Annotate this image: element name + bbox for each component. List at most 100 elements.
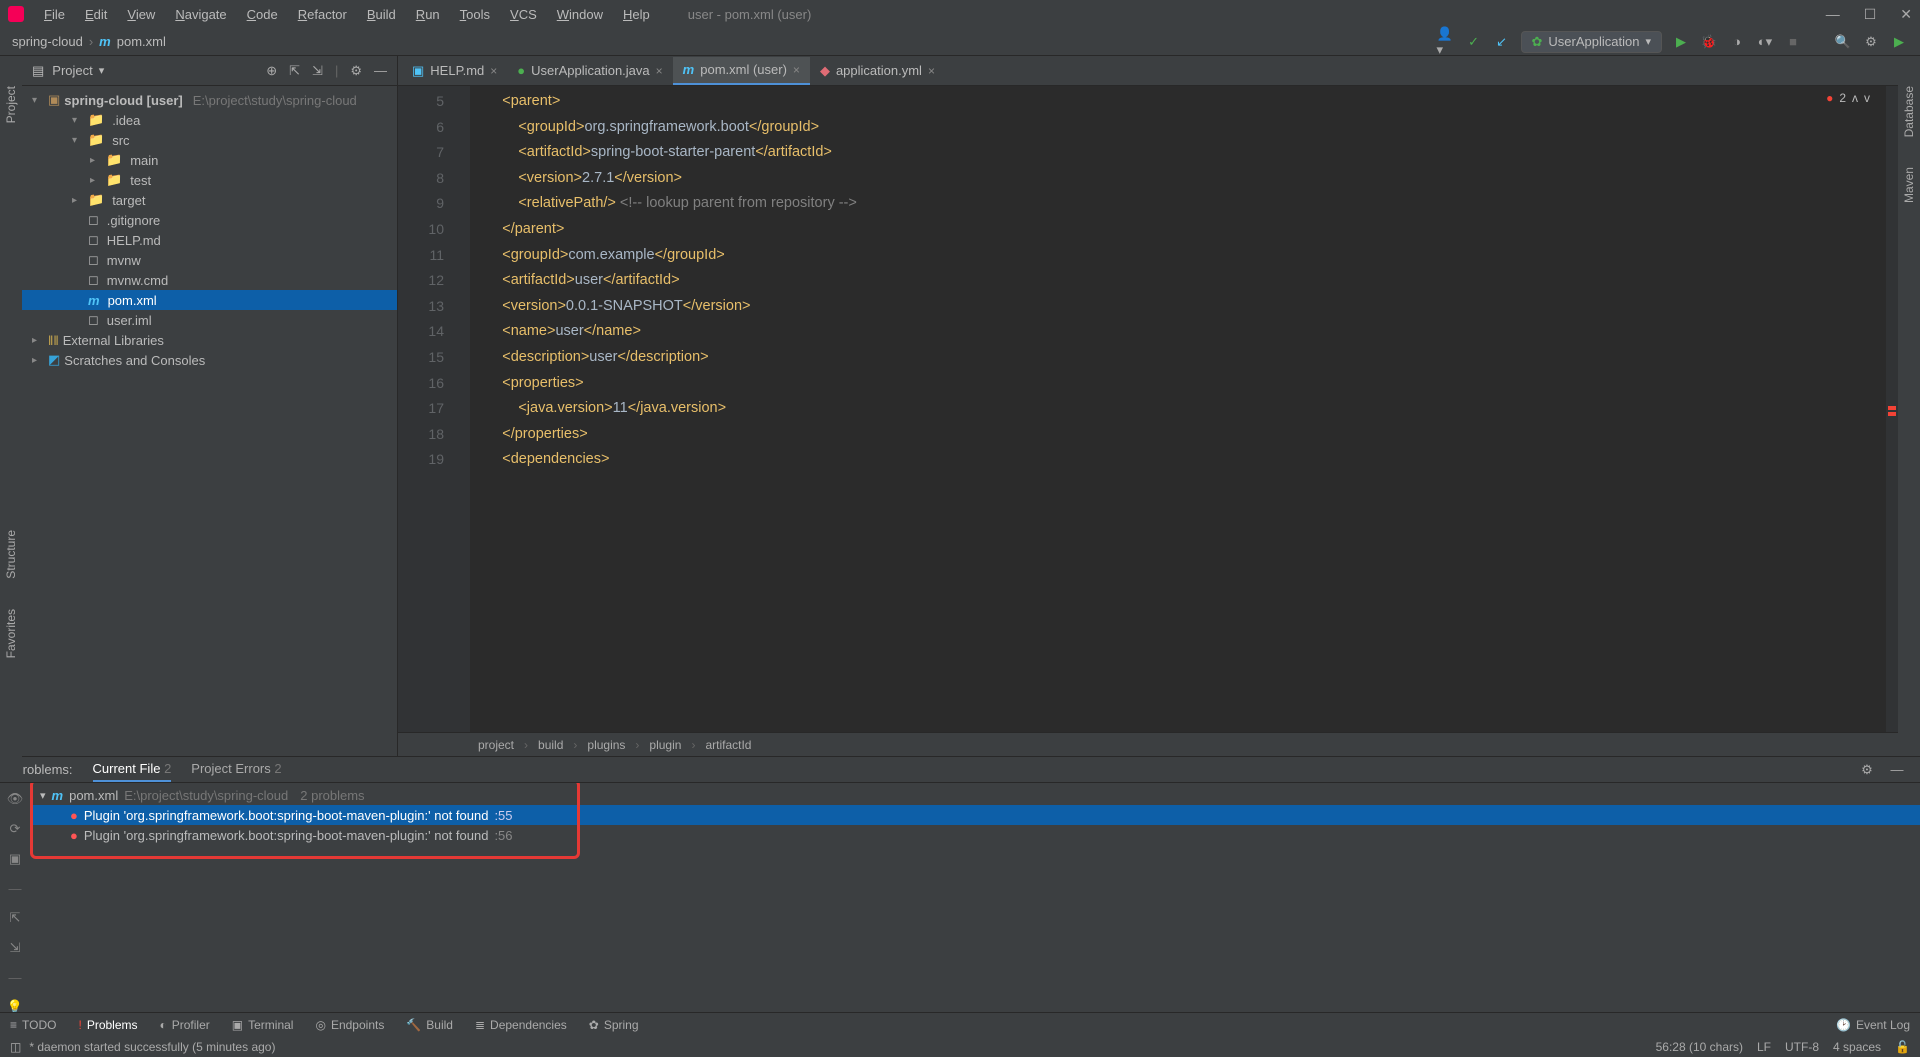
problems-tab-current-file[interactable]: Current File 2 [93,757,172,782]
line-separator[interactable]: LF [1757,1040,1771,1054]
tree-item-test[interactable]: ▸📁test [22,170,397,190]
crumb-project[interactable]: project [478,738,514,752]
auto-scroll-icon[interactable]: ⟳ [10,821,21,837]
project-title[interactable]: Project ▾ [52,63,258,78]
problems-file-row[interactable]: ▾ m pom.xml E:\project\study\spring-clou… [30,785,1920,805]
menu-view[interactable]: View [119,5,163,24]
collapse-all-icon[interactable]: ⇲ [312,63,323,79]
line-gutter[interactable]: 5678910111213141516171819 [398,86,454,732]
bottom-tool-problems[interactable]: !Problems [78,1018,137,1032]
tree-root[interactable]: ▾ ▣ spring-cloud [user] E:\project\study… [22,90,397,110]
bulb-icon[interactable]: 💡 [7,999,23,1012]
run-anything-icon[interactable]: ▶ [1890,33,1908,51]
eye-icon[interactable]: 👁 [7,791,24,807]
project-tool-button[interactable]: Project [4,86,18,123]
problems-list[interactable]: ▾ m pom.xml E:\project\study\spring-clou… [30,783,1920,1012]
close-tab-icon[interactable]: × [490,64,497,78]
code-content[interactable]: <parent> <groupId>org.springframework.bo… [470,86,1898,732]
crumb-plugins[interactable]: plugins [587,738,625,752]
editor-tab-application-yml[interactable]: ◆application.yml× [810,57,945,85]
project-tree[interactable]: ▾ ▣ spring-cloud [user] E:\project\study… [22,86,397,756]
bottom-tool-profiler[interactable]: ◐Profiler [160,1018,210,1032]
tree-item-user-iml[interactable]: ◻user.iml [22,310,397,330]
run-config-selector[interactable]: ✿ UserApplication ▾ [1521,31,1662,53]
structure-tool-button[interactable]: Structure [4,530,18,579]
menu-build[interactable]: Build [359,5,404,24]
tree-item-main[interactable]: ▸📁main [22,150,397,170]
menu-edit[interactable]: Edit [77,5,115,24]
collapse-icon[interactable]: ⇲ [10,940,21,956]
problems-tab-project-errors[interactable]: Project Errors 2 [191,757,281,782]
gear-icon[interactable]: ⚙ [350,63,362,79]
prev-error-icon[interactable]: ʌ [1852,91,1858,105]
menu-tools[interactable]: Tools [452,5,498,24]
external-libraries[interactable]: ▸‖‖ External Libraries [22,330,397,350]
encoding[interactable]: UTF-8 [1785,1040,1819,1054]
tree-item-src[interactable]: ▾📁src [22,130,397,150]
error-stripe[interactable] [1886,86,1898,732]
menu-navigate[interactable]: Navigate [167,5,234,24]
next-error-icon[interactable]: v [1864,91,1870,105]
menu-help[interactable]: Help [615,5,658,24]
fold-gutter[interactable] [454,86,470,732]
run-icon[interactable]: ▶ [1672,33,1690,51]
crumb-build[interactable]: build [538,738,563,752]
bottom-tool-build[interactable]: 🔨Build [406,1018,453,1032]
menu-code[interactable]: Code [239,5,286,24]
locate-icon[interactable]: ⊕ [266,63,277,79]
hide-panel-icon[interactable]: — [374,63,387,79]
problem-item[interactable]: ●Plugin 'org.springframework.boot:spring… [30,825,1920,845]
inspection-widget[interactable]: ● 2 ʌ v [1818,86,1878,110]
bottom-tool-dependencies[interactable]: ≣Dependencies [475,1018,567,1032]
tree-item-target[interactable]: ▸📁target [22,190,397,210]
bottom-tool-terminal[interactable]: ▣Terminal [232,1018,294,1032]
crumb-plugin[interactable]: plugin [649,738,681,752]
expand-all-icon[interactable]: ⇱ [289,63,300,79]
vcs-commit-icon[interactable]: ↙ [1493,33,1511,51]
breadcrumb-file[interactable]: pom.xml [117,34,166,49]
close-tab-icon[interactable]: × [656,64,663,78]
close-tab-icon[interactable]: × [793,63,800,77]
editor-tab-pom-xml-user-[interactable]: mpom.xml (user)× [673,57,810,85]
editor-tab-HELP-md[interactable]: ▣HELP.md× [402,57,507,85]
problems-settings-icon[interactable]: ⚙ [1858,761,1876,779]
tree-item-mvnw[interactable]: ◻mvnw [22,250,397,270]
debug-icon[interactable]: 🐞 [1700,33,1718,51]
maximize-icon[interactable]: ☐ [1864,6,1877,23]
database-tool-button[interactable]: Database [1902,86,1916,137]
event-log-button[interactable]: 🕑 Event Log [1836,1018,1910,1032]
hide-problems-icon[interactable]: — [1888,761,1906,779]
problem-item[interactable]: ●Plugin 'org.springframework.boot:spring… [30,805,1920,825]
expand-icon[interactable]: ⇱ [10,910,21,926]
tree-item-pom-xml[interactable]: mpom.xml [22,290,397,310]
tree-item--idea[interactable]: ▾📁.idea [22,110,397,130]
settings-icon[interactable]: ⚙ [1862,33,1880,51]
readonly-icon[interactable]: 🔓 [1895,1040,1910,1054]
toolwindows-icon[interactable]: ◫ [10,1040,21,1054]
stop-icon[interactable]: ■ [1784,33,1802,51]
breadcrumb-root[interactable]: spring-cloud [12,34,83,49]
tree-item--gitignore[interactable]: ◻.gitignore [22,210,397,230]
menu-file[interactable]: File [36,5,73,24]
cursor-position[interactable]: 56:28 (10 chars) [1656,1040,1743,1054]
maven-tool-button[interactable]: Maven [1902,167,1916,203]
menu-refactor[interactable]: Refactor [290,5,355,24]
project-view-icon[interactable]: ▤ [32,63,44,79]
profiler-icon[interactable]: ◐▾ [1756,33,1774,51]
indent[interactable]: 4 spaces [1833,1040,1881,1054]
bottom-tool-endpoints[interactable]: ◎Endpoints [315,1018,384,1032]
editor-breadcrumbs[interactable]: project›build›plugins›plugin›artifactId [398,732,1898,756]
tree-item-mvnw-cmd[interactable]: ◻mvnw.cmd [22,270,397,290]
coverage-icon[interactable]: ◑ [1728,33,1746,51]
scratches[interactable]: ▸◩ Scratches and Consoles [22,350,397,370]
add-user-icon[interactable]: 👤▾ [1437,33,1455,51]
menu-run[interactable]: Run [408,5,448,24]
vcs-update-icon[interactable]: ✓ [1465,33,1483,51]
breadcrumb[interactable]: spring-cloud › m pom.xml [12,34,166,49]
crumb-artifactId[interactable]: artifactId [705,738,751,752]
bottom-tool-spring[interactable]: ✿Spring [589,1018,639,1032]
favorites-tool-button[interactable]: Favorites [4,609,18,658]
close-window-icon[interactable]: ✕ [1900,6,1912,23]
editor-tab-UserApplication-java[interactable]: ●UserApplication.java× [507,57,672,85]
close-tab-icon[interactable]: × [928,64,935,78]
